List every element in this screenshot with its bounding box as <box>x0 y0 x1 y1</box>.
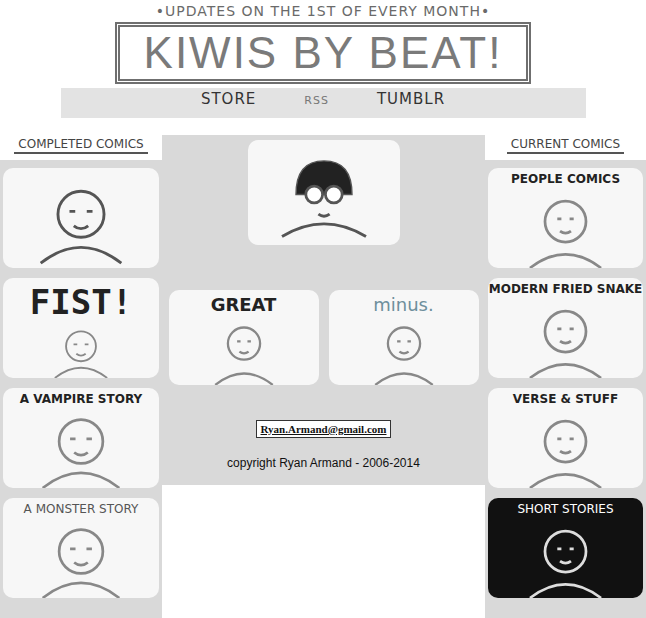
comic-title: SHORT STORIES <box>517 502 613 516</box>
comic-thumbnail[interactable]: MODERN FRIED SNAKE <box>488 278 643 378</box>
illustration-icon <box>494 516 637 598</box>
nav-link[interactable]: STORE <box>201 90 256 108</box>
copyright: copyright Ryan Armand - 2006-2014 <box>227 456 420 470</box>
comic-title: VERSE & STUFF <box>513 392 618 406</box>
section-heading: CURRENT COMICS <box>485 135 646 160</box>
illustration-icon <box>335 316 473 385</box>
email-link[interactable]: Ryan.Armand@gmail.com <box>256 420 392 438</box>
comic-thumbnail[interactable] <box>248 140 400 245</box>
page: •UPDATES ON THE 1ST OF EVERY MONTH•KIWIS… <box>0 0 646 618</box>
comic-title: MODERN FRIED SNAKE <box>489 282 642 296</box>
comic-thumbnail[interactable]: minus. <box>329 290 479 385</box>
featured-comics: GREAT minus. Ryan.Armand@gmail.com copyrigh… <box>162 135 485 485</box>
tagline: •UPDATES ON THE 1ST OF EVERY MONTH• <box>156 0 490 20</box>
comic-thumbnail[interactable]: FIST! <box>3 278 159 378</box>
completed-comics: COMPLETED COMICS FIST! A VAMPIRE STORY A MO… <box>0 135 162 618</box>
comic-thumbnail[interactable]: VERSE & STUFF <box>488 388 643 488</box>
nav-link[interactable]: RSS <box>304 90 329 107</box>
nav-bar: STORE RSS TUMBLR <box>61 88 586 118</box>
illustration-icon <box>254 144 394 245</box>
comic-title: A MONSTER STORY <box>24 502 139 516</box>
nav-link[interactable]: TUMBLR <box>377 90 445 108</box>
comic-title: minus. <box>373 294 433 316</box>
illustration-icon <box>9 516 153 598</box>
comic-thumbnail[interactable] <box>3 168 159 268</box>
illustration-icon <box>9 322 153 378</box>
comic-title: A VAMPIRE STORY <box>20 392 142 406</box>
content: COMPLETED COMICS FIST! A VAMPIRE STORY A MO… <box>0 135 646 618</box>
illustration-icon <box>494 406 637 488</box>
comic-title: GREAT <box>211 294 277 316</box>
comic-thumbnail[interactable]: GREAT <box>169 290 319 385</box>
comic-thumbnail[interactable]: A VAMPIRE STORY <box>3 388 159 488</box>
illustration-icon <box>9 172 153 268</box>
comic-thumbnail[interactable]: SHORT STORIES <box>488 498 643 598</box>
comic-thumbnail[interactable]: A MONSTER STORY <box>3 498 159 598</box>
illustration-icon <box>9 406 153 488</box>
illustration-icon <box>494 186 637 268</box>
comic-title: FIST! <box>30 282 132 322</box>
site-header: •UPDATES ON THE 1ST OF EVERY MONTH•KIWIS… <box>0 0 646 135</box>
illustration-icon <box>494 296 637 378</box>
current-comics: CURRENT COMICS PEOPLE COMICS MODERN FRIED … <box>485 135 646 618</box>
logo[interactable]: KIWIS BY BEAT! <box>115 22 531 84</box>
illustration-icon <box>175 316 313 385</box>
comic-thumbnail[interactable]: PEOPLE COMICS <box>488 168 643 268</box>
comic-title: PEOPLE COMICS <box>511 172 620 186</box>
section-heading: COMPLETED COMICS <box>0 135 162 160</box>
